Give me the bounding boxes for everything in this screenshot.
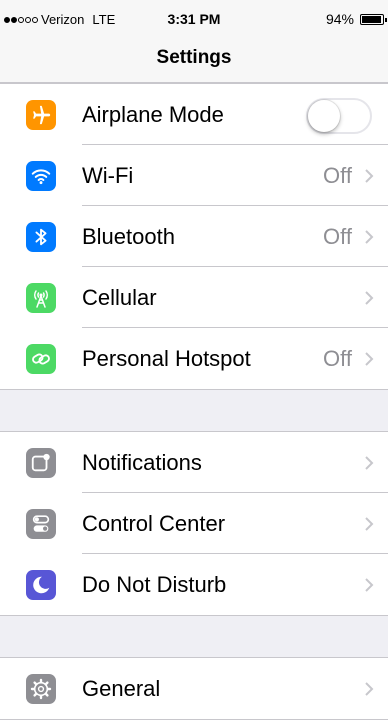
settings-row-notifications[interactable]: Notifications xyxy=(0,432,388,493)
settings-row-bluetooth[interactable]: Bluetooth Off xyxy=(0,206,388,267)
settings-group-connectivity: Airplane Mode Wi-Fi Off Bluetooth Off Ce… xyxy=(0,83,388,390)
airplane-mode-toggle[interactable] xyxy=(306,98,372,134)
battery-percent: 94% xyxy=(325,11,354,27)
gear-icon xyxy=(26,674,56,704)
wifi-icon xyxy=(26,161,56,191)
settings-group-notifications: Notifications Control Center Do Not Dist… xyxy=(0,431,388,616)
section-spacer xyxy=(0,390,388,431)
row-value: Off xyxy=(323,163,352,188)
toggle-knob xyxy=(308,100,340,132)
settings-list: Airplane Mode Wi-Fi Off Bluetooth Off Ce… xyxy=(0,83,388,720)
chevron-right-icon xyxy=(365,456,374,470)
row-label: Personal Hotspot xyxy=(82,346,251,371)
settings-row-control-center[interactable]: Control Center xyxy=(0,493,388,554)
moon-icon xyxy=(26,570,56,600)
chevron-right-icon xyxy=(365,517,374,531)
row-label: Control Center xyxy=(82,511,226,536)
settings-row-general[interactable]: General xyxy=(0,658,388,719)
page-title: Settings xyxy=(156,47,232,68)
settings-row-personal-hotspot[interactable]: Personal Hotspot Off xyxy=(0,328,388,389)
hotspot-link-icon xyxy=(26,344,56,374)
section-spacer xyxy=(0,616,388,657)
row-label: Bluetooth xyxy=(82,224,175,249)
chevron-right-icon xyxy=(365,230,374,244)
status-bar: Verizon LTE 3:31 PM 94% xyxy=(0,0,388,36)
row-label: Notifications xyxy=(82,450,202,475)
row-label: Do Not Disturb xyxy=(82,572,227,597)
row-value: Off xyxy=(323,224,352,249)
chevron-right-icon xyxy=(365,682,374,696)
row-label: Wi-Fi xyxy=(82,163,134,188)
cellular-antenna-icon xyxy=(26,283,56,313)
settings-group-general: General xyxy=(0,657,388,720)
airplane-icon xyxy=(26,100,56,130)
chevron-right-icon xyxy=(365,578,374,592)
battery-group: 94% xyxy=(325,11,387,27)
navigation-bar: Settings xyxy=(0,36,388,83)
settings-row-do-not-disturb[interactable]: Do Not Disturb xyxy=(0,554,388,615)
battery-icon xyxy=(360,13,387,25)
chevron-right-icon xyxy=(365,352,374,366)
settings-row-wifi[interactable]: Wi-Fi Off xyxy=(0,145,388,206)
chevron-right-icon xyxy=(365,291,374,305)
control-center-icon xyxy=(26,509,56,539)
bluetooth-icon xyxy=(26,222,56,252)
notifications-icon xyxy=(26,448,56,478)
settings-row-cellular[interactable]: Cellular xyxy=(0,267,388,328)
row-label: Cellular xyxy=(82,285,157,310)
row-value: Off xyxy=(323,346,352,371)
settings-row-airplane-mode[interactable]: Airplane Mode xyxy=(0,84,388,145)
row-label: General xyxy=(82,676,161,701)
row-label: Airplane Mode xyxy=(82,102,224,127)
chevron-right-icon xyxy=(365,169,374,183)
